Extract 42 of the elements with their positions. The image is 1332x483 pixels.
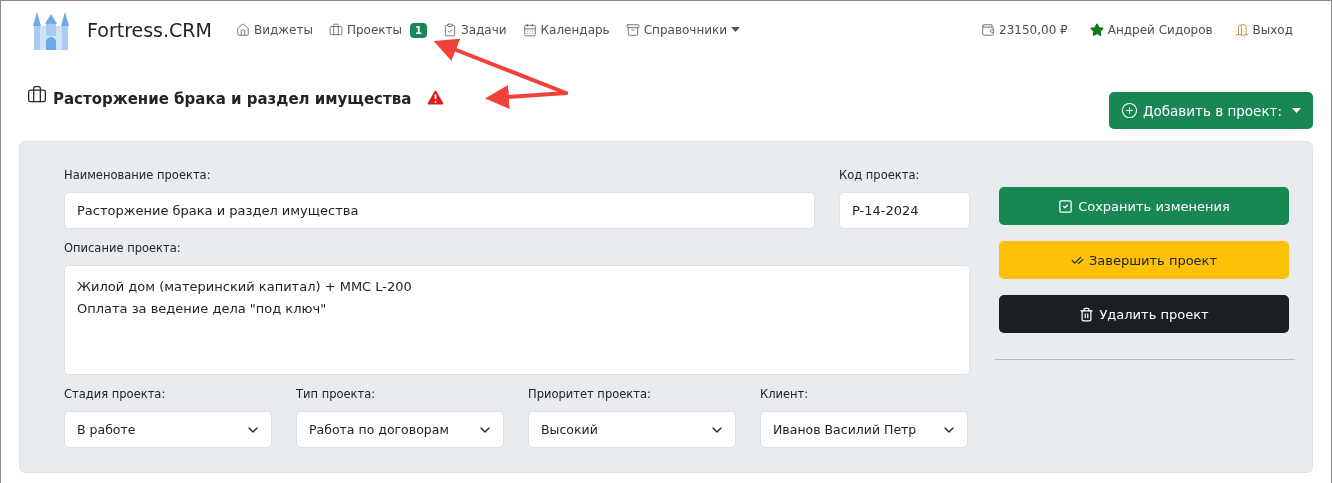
balance-text: 23150,00 ₽ [981,23,1068,37]
select-field[interactable]: Высокий [528,411,736,448]
briefcase-icon [27,84,47,105]
finish-button[interactable]: Завершить проект [999,241,1289,279]
field-label: Тип проекта: [296,387,377,401]
field-label: Клиент: [760,387,810,401]
clipboard-icon [442,23,457,37]
check-square-icon [1058,198,1074,214]
field-label: Стадия проекта: [64,387,167,401]
logout-link[interactable]: Выход [1234,23,1293,37]
description-field[interactable]: Жилой дом (материнский капитал) + MMC L-200 Оплата за ведение дела "под ключ" [64,265,970,375]
count-badge: 1 [410,22,427,38]
field-label: Описание проекта: [64,241,182,255]
project-name-field[interactable]: Расторжение брака и раздел имущества [64,192,815,229]
plus-circle-icon [1120,102,1138,119]
nav-link[interactable]: Календарь [522,23,610,37]
field-label: Приоритет проекта: [528,387,652,401]
archive-icon [625,23,640,37]
project-code-field[interactable]: P-14-2024 [839,192,970,229]
user-link[interactable]: Андрей Сидоров [1089,23,1213,37]
caret-icon [1292,107,1301,114]
door-icon [1234,23,1249,37]
add-to-project-button[interactable]: Добавить в проект: [1108,92,1313,129]
brand-name[interactable]: Fortress.CRM [87,19,212,41]
star-icon [1089,23,1104,37]
field-label: Код проекта: [839,168,921,182]
home-icon [235,23,250,37]
wallet-icon [981,23,995,37]
select-field[interactable]: В работе [64,411,272,448]
nav-link[interactable]: Справочники [625,23,741,37]
nav-link[interactable]: Задачи [442,23,507,37]
nav-link[interactable]: Виджеты [235,23,313,37]
briefcase-icon [328,23,343,37]
page-title: Расторжение брака и раздел имущества [53,89,412,108]
select-field[interactable]: Иванов Василий Петр [760,411,968,448]
delete-button[interactable]: Удалить проект [999,295,1289,333]
field-label: Наименование проекта: [64,168,212,182]
nav-link[interactable]: Проекты 1 [328,22,427,38]
trash-icon [1079,306,1095,322]
select-field[interactable]: Работа по договорам [296,411,504,448]
save-button[interactable]: Сохранить изменения [999,187,1289,225]
calendar-icon [522,23,537,37]
